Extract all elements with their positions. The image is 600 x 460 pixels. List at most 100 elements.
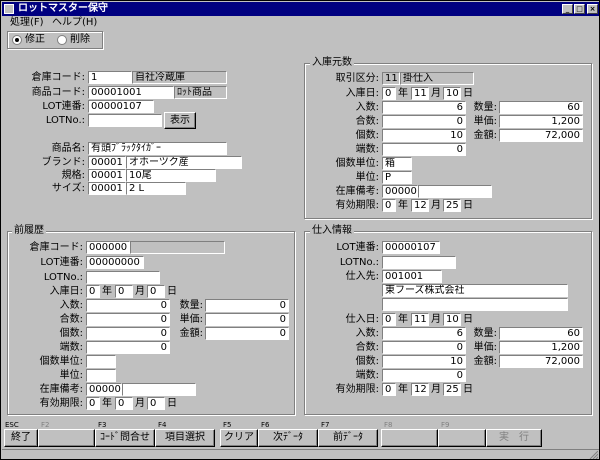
lotno-label: LOTNo.: (45, 115, 85, 126)
fkey-f5-label: F5 (223, 421, 232, 429)
exit-button[interactable]: 終了 (4, 429, 38, 447)
receipt-pieces-field[interactable]: 10 (382, 129, 466, 142)
history-stock-note-code: 00000 (86, 383, 122, 396)
history-month-unit: 月 (135, 286, 145, 297)
receipt-piece-unit-field[interactable]: 箱 (382, 157, 412, 170)
receipt-expiry-day[interactable]: 25 (443, 199, 461, 212)
clear-button[interactable]: クリア (220, 429, 258, 447)
receipt-group-title: 入庫元数 (310, 57, 354, 69)
modify-radio[interactable] (12, 35, 22, 45)
history-expiry-label: 有効期限: (39, 398, 83, 409)
purchase-lot-serial-field: 00000107 (382, 241, 440, 254)
purchase-exp-year-unit: 年 (398, 384, 408, 395)
lot-serial-field[interactable]: 00000107 (88, 100, 154, 113)
receipt-date-month[interactable]: 11 (411, 87, 429, 100)
history-expiry-day: 0 (147, 397, 165, 410)
purchase-date-month: 11 (411, 313, 429, 326)
purchase-group-title: 仕入情報 (310, 225, 354, 237)
purchase-amount-field: 72,000 (499, 355, 583, 368)
delete-label[interactable]: 削除 (70, 33, 90, 46)
purchase-exp-day-unit: 日 (463, 384, 473, 395)
receipt-qty-in-field[interactable]: 6 (382, 101, 466, 114)
product-name-field[interactable]: 有頭ﾌﾞﾗｯｸﾀｲｶﾞｰ (88, 142, 227, 155)
prev-data-button[interactable]: 前ﾃﾞｰﾀ (318, 429, 378, 447)
history-exp-day-unit: 日 (167, 398, 177, 409)
product-code-field[interactable]: 00001001 (88, 86, 174, 99)
warehouse-code-field[interactable]: 1 (88, 71, 132, 84)
menu-help[interactable]: ヘルプ(H) (52, 16, 97, 30)
lotno-field[interactable] (88, 114, 162, 127)
f2-button[interactable] (38, 429, 95, 447)
warehouse-name-field: 自社冷蔵庫 (132, 71, 227, 84)
receipt-expiry-month[interactable]: 12 (411, 199, 429, 212)
purchase-unit-price-label: 単価: (473, 342, 497, 353)
receipt-expiry-year[interactable]: 0 (382, 199, 396, 212)
receipt-stock-note-field[interactable] (418, 185, 492, 198)
purchase-pieces-label: 個数: (355, 356, 379, 367)
receipt-pieces-label: 個数: (355, 130, 379, 141)
purchase-unit-price-field: 1,200 (499, 341, 583, 354)
history-exp-month-unit: 月 (135, 398, 145, 409)
receipt-amount-label: 金額: (473, 130, 497, 141)
receipt-date-year[interactable]: 0 (382, 87, 396, 100)
f8-button[interactable] (381, 429, 438, 447)
code-inquiry-button[interactable]: ｺｰﾄﾞ問合せ (95, 429, 155, 447)
fkey-f8-label: F8 (384, 421, 393, 429)
brand-code-field[interactable]: 00001 (88, 156, 126, 169)
purchase-expiry-month: 12 (411, 383, 429, 396)
receipt-quantity-field[interactable]: 60 (499, 101, 583, 114)
history-lotno-field (86, 271, 160, 284)
purchase-supplier-name2-field (382, 298, 568, 311)
receipt-unit-price-label: 単価: (473, 116, 497, 127)
product-code-label: 商品コード: (31, 87, 85, 98)
size-code-field[interactable]: 00001 (88, 182, 126, 195)
history-unit-label: 単位: (59, 370, 83, 381)
receipt-cases-field[interactable]: 0 (382, 115, 466, 128)
fkey-f2-label: F2 (41, 421, 50, 429)
resize-grip-icon[interactable] (588, 451, 598, 459)
receipt-qty-in-label: 入数: (355, 102, 379, 113)
menu-process[interactable]: 処理(F) (10, 16, 44, 30)
maximize-button[interactable]: □ (574, 4, 585, 14)
item-select-button[interactable]: 項目選択 (155, 429, 215, 447)
history-lot-serial-field: 00000000 (86, 256, 144, 269)
product-name-label: 商品名: (51, 143, 85, 154)
modify-label[interactable]: 修正 (25, 33, 45, 46)
next-data-button[interactable]: 次ﾃﾞｰﾀ (258, 429, 318, 447)
history-piece-unit-field (86, 355, 116, 368)
minimize-button[interactable]: _ (562, 4, 573, 14)
purchase-odd-label: 端数: (355, 370, 379, 381)
receipt-amount-field[interactable]: 72,000 (499, 129, 583, 142)
size-label: サイズ: (51, 183, 85, 194)
history-warehouse-code-field: 000000 (86, 241, 130, 254)
receipt-stock-note-code[interactable]: 00000 (382, 185, 418, 198)
history-quantity-label: 数量: (179, 300, 203, 311)
title-bar: ロットマスター保守 _ □ × (2, 2, 599, 16)
receipt-unit-field[interactable]: P (382, 171, 412, 184)
receipt-date-day[interactable]: 10 (443, 87, 461, 100)
display-button[interactable]: 表示 (164, 112, 196, 129)
history-cases-field: 0 (86, 313, 170, 326)
purchase-supplier-label: 仕入先: (345, 271, 379, 282)
purchase-date-year: 0 (382, 313, 396, 326)
purchase-supplier-name-field: 東フーズ株式会社 (382, 284, 568, 297)
receipt-odd-field[interactable]: 0 (382, 143, 466, 156)
execute-button[interactable]: 実 行 (486, 429, 542, 447)
history-date-day: 0 (147, 285, 165, 298)
purchase-qty-in-field: 6 (382, 327, 466, 340)
product-type-field: ﾛｯﾄ商品 (174, 86, 227, 99)
history-amount-field: 0 (205, 327, 289, 340)
close-button[interactable]: × (587, 4, 598, 14)
spec-code-field[interactable]: 00001 (88, 169, 126, 182)
fkey-f9-label: F9 (441, 421, 450, 429)
receipt-unit-label: 単位: (355, 172, 379, 183)
spec-label: 規格: (61, 170, 85, 181)
receipt-day-unit: 日 (463, 88, 473, 99)
history-day-unit: 日 (167, 286, 177, 297)
receipt-trans-type-code[interactable]: 11 (382, 72, 400, 85)
f9-button[interactable] (438, 429, 486, 447)
fkey-f4-label: F4 (158, 421, 167, 429)
receipt-unit-price-field[interactable]: 1,200 (499, 115, 583, 128)
delete-radio[interactable] (57, 35, 67, 45)
receipt-quantity-label: 数量: (473, 102, 497, 113)
